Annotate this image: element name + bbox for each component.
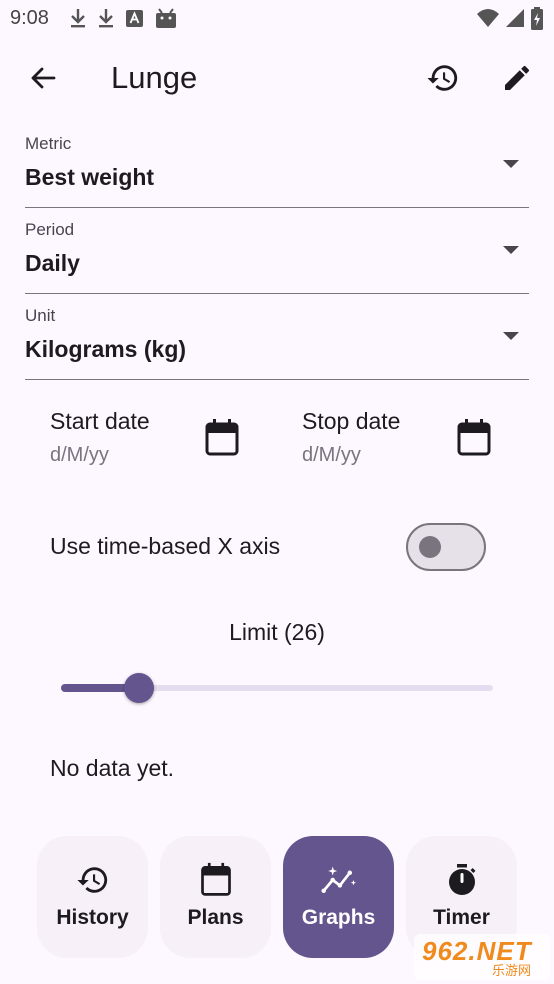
back-button[interactable] — [21, 58, 65, 102]
stopwatch-icon — [444, 862, 480, 898]
app-bar: Lunge — [0, 50, 554, 110]
history-button[interactable] — [421, 58, 465, 102]
nav-plans[interactable]: Plans — [160, 836, 271, 958]
start-date-placeholder: d/M/yy — [50, 444, 109, 466]
watermark-logo: 962.NET 乐游网 — [414, 934, 550, 980]
limit-label: Limit (26) — [229, 619, 325, 645]
status-system-icons — [476, 6, 544, 32]
slider-thumb[interactable] — [124, 673, 154, 703]
nav-graphs-label: Graphs — [301, 906, 376, 929]
android-icon — [154, 6, 178, 30]
watermark-sub-text: 乐游网 — [492, 963, 532, 978]
empty-state-text: No data yet. — [50, 755, 175, 781]
metric-label: Metric — [25, 134, 72, 153]
status-time: 9:08 — [10, 7, 49, 29]
back-arrow-icon — [29, 64, 57, 97]
edit-button[interactable] — [495, 58, 539, 102]
history-icon — [426, 61, 460, 100]
signal-icon — [504, 6, 526, 32]
time-axis-label: Use time-based X axis — [50, 533, 281, 559]
battery-icon — [530, 6, 544, 32]
calendar-icon[interactable] — [456, 418, 492, 458]
page-title: Lunge — [111, 60, 198, 95]
download-icon — [96, 6, 116, 30]
period-dropdown[interactable]: Period Daily — [25, 208, 529, 294]
dropdown-arrow-icon — [503, 160, 519, 168]
calendar-icon[interactable] — [204, 418, 240, 458]
app-a-icon — [124, 6, 146, 30]
nav-timer-label: Timer — [433, 906, 490, 929]
nav-history-label: History — [56, 906, 129, 929]
history-icon — [75, 862, 111, 898]
nav-history[interactable]: History — [37, 836, 148, 958]
unit-label: Unit — [25, 306, 56, 325]
stop-date-label: Stop date — [302, 408, 401, 434]
wifi-icon — [476, 6, 500, 32]
dropdown-arrow-icon — [503, 246, 519, 254]
graph-sparkle-icon — [320, 862, 357, 898]
dropdown-arrow-icon — [503, 332, 519, 340]
start-date-picker[interactable]: Start date d/M/yy — [50, 402, 250, 482]
start-date-label: Start date — [50, 408, 150, 434]
download-icon — [68, 6, 88, 30]
time-axis-switch[interactable] — [406, 523, 486, 571]
period-value: Daily — [25, 250, 80, 276]
edit-pencil-icon — [501, 62, 533, 99]
nav-plans-label: Plans — [187, 906, 244, 929]
calendar-icon — [198, 862, 234, 898]
unit-value: Kilograms (kg) — [25, 336, 187, 362]
stop-date-picker[interactable]: Stop date d/M/yy — [302, 402, 502, 482]
switch-thumb — [419, 536, 441, 558]
status-notification-icons — [68, 6, 178, 30]
status-bar: 9:08 — [0, 0, 554, 38]
period-label: Period — [25, 220, 75, 239]
metric-value: Best weight — [25, 164, 155, 190]
metric-dropdown[interactable]: Metric Best weight — [25, 122, 529, 208]
limit-slider[interactable] — [61, 672, 493, 704]
graphs-screen: 9:08 Lunge Metric Best weight Period Dai… — [0, 0, 554, 984]
nav-graphs[interactable]: Graphs — [283, 836, 394, 958]
stop-date-placeholder: d/M/yy — [302, 444, 361, 466]
unit-dropdown[interactable]: Unit Kilograms (kg) — [25, 294, 529, 380]
